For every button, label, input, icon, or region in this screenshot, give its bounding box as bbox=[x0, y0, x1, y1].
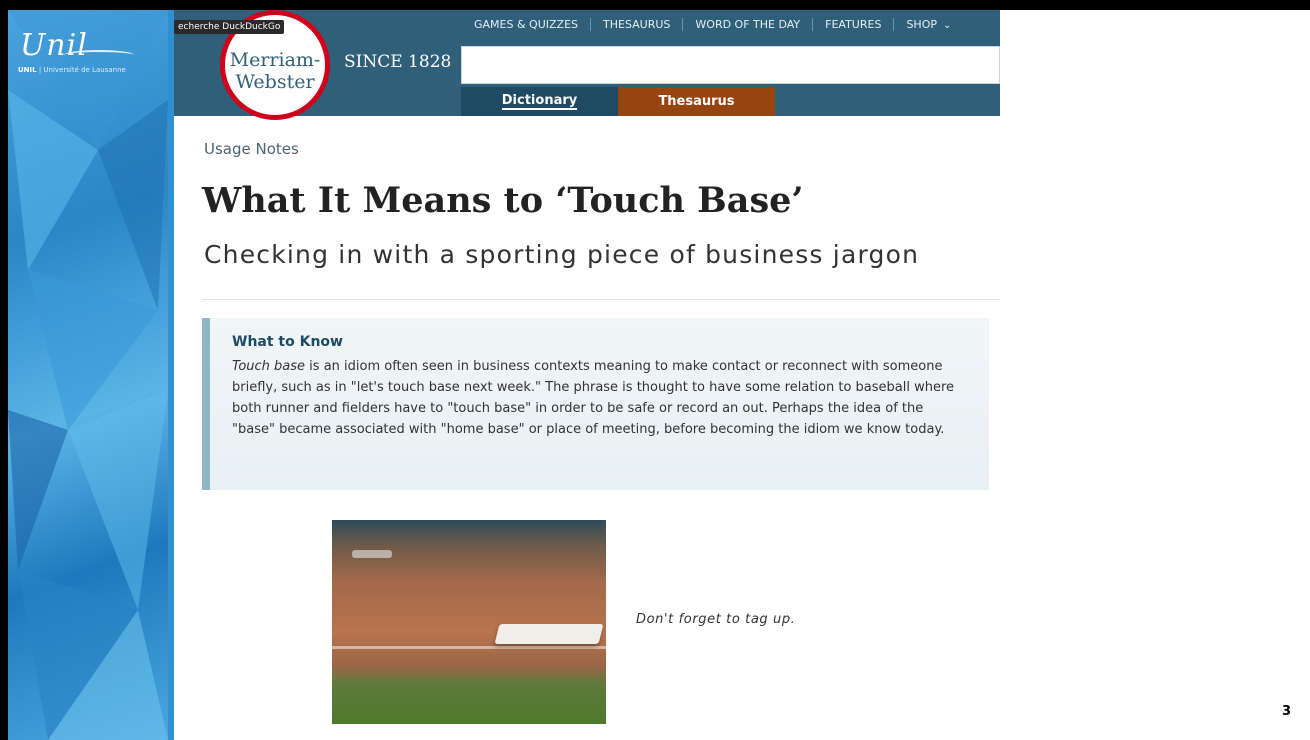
what-to-know-heading: What to Know bbox=[232, 334, 343, 350]
top-navigation: GAMES & QUIZZES THESAURUS WORD OF THE DA… bbox=[462, 18, 963, 31]
unil-tagline: UNIL | Université de Lausanne bbox=[18, 66, 126, 74]
nav-games-quizzes[interactable]: GAMES & QUIZZES bbox=[462, 18, 592, 31]
distant-base-shape bbox=[352, 550, 392, 558]
article-title: What It Means to ‘Touch Base’ bbox=[202, 180, 804, 221]
baseball-base-photo bbox=[332, 520, 606, 724]
article-subtitle: Checking in with a sporting piece of bus… bbox=[204, 240, 920, 269]
tab-thesaurus-label: Thesaurus bbox=[658, 94, 735, 109]
tab-dictionary[interactable]: Dictionary bbox=[461, 87, 618, 116]
section-label[interactable]: Usage Notes bbox=[204, 140, 299, 158]
chevron-down-icon: ⌄ bbox=[942, 20, 952, 31]
base-shape bbox=[494, 624, 604, 644]
browser-tooltip: echerche DuckDuckGo bbox=[174, 20, 285, 34]
polygon-background bbox=[8, 10, 168, 740]
search-input[interactable] bbox=[461, 46, 1000, 84]
what-to-know-box: What to Know Touch base is an idiom ofte… bbox=[202, 318, 989, 490]
since-1828-text: SINCE 1828 bbox=[344, 52, 452, 72]
tab-thesaurus[interactable]: Thesaurus bbox=[618, 87, 775, 116]
search-mode-tabs: Dictionary Thesaurus bbox=[461, 87, 775, 116]
divider bbox=[202, 299, 1000, 300]
logo-line-1: Merriam- bbox=[229, 49, 321, 71]
nav-word-of-the-day[interactable]: WORD OF THE DAY bbox=[683, 18, 814, 31]
what-to-know-body: is an idiom often seen in business conte… bbox=[232, 359, 955, 437]
unil-tagline-prefix: UNIL bbox=[18, 66, 37, 74]
nav-features[interactable]: FEATURES bbox=[813, 18, 895, 31]
chalk-line-shape bbox=[332, 646, 606, 649]
website-screenshot: Merriam- Webster echerche DuckDuckGo SIN… bbox=[174, 10, 1000, 740]
unil-logo-swoosh bbox=[64, 50, 134, 60]
idiom-term: Touch base bbox=[232, 359, 306, 374]
slide-page-number: 3 bbox=[1282, 704, 1292, 719]
unil-tagline-text: | Université de Lausanne bbox=[36, 66, 126, 74]
nav-shop-label: SHOP bbox=[906, 18, 937, 31]
nav-thesaurus[interactable]: THESAURUS bbox=[591, 18, 684, 31]
site-header: Merriam- Webster echerche DuckDuckGo SIN… bbox=[174, 10, 1000, 120]
what-to-know-text: Touch base is an idiom often seen in bus… bbox=[232, 356, 967, 440]
logo-line-2: Webster bbox=[235, 71, 315, 93]
nav-shop[interactable]: SHOP ⌄ bbox=[894, 18, 963, 31]
slide-left-border bbox=[0, 0, 8, 740]
tab-dictionary-label: Dictionary bbox=[501, 93, 578, 110]
image-caption: Don't forget to tag up. bbox=[636, 612, 796, 627]
slide-side-panel: Unil UNIL | Université de Lausanne bbox=[8, 10, 168, 740]
slide-top-border bbox=[0, 0, 1310, 10]
